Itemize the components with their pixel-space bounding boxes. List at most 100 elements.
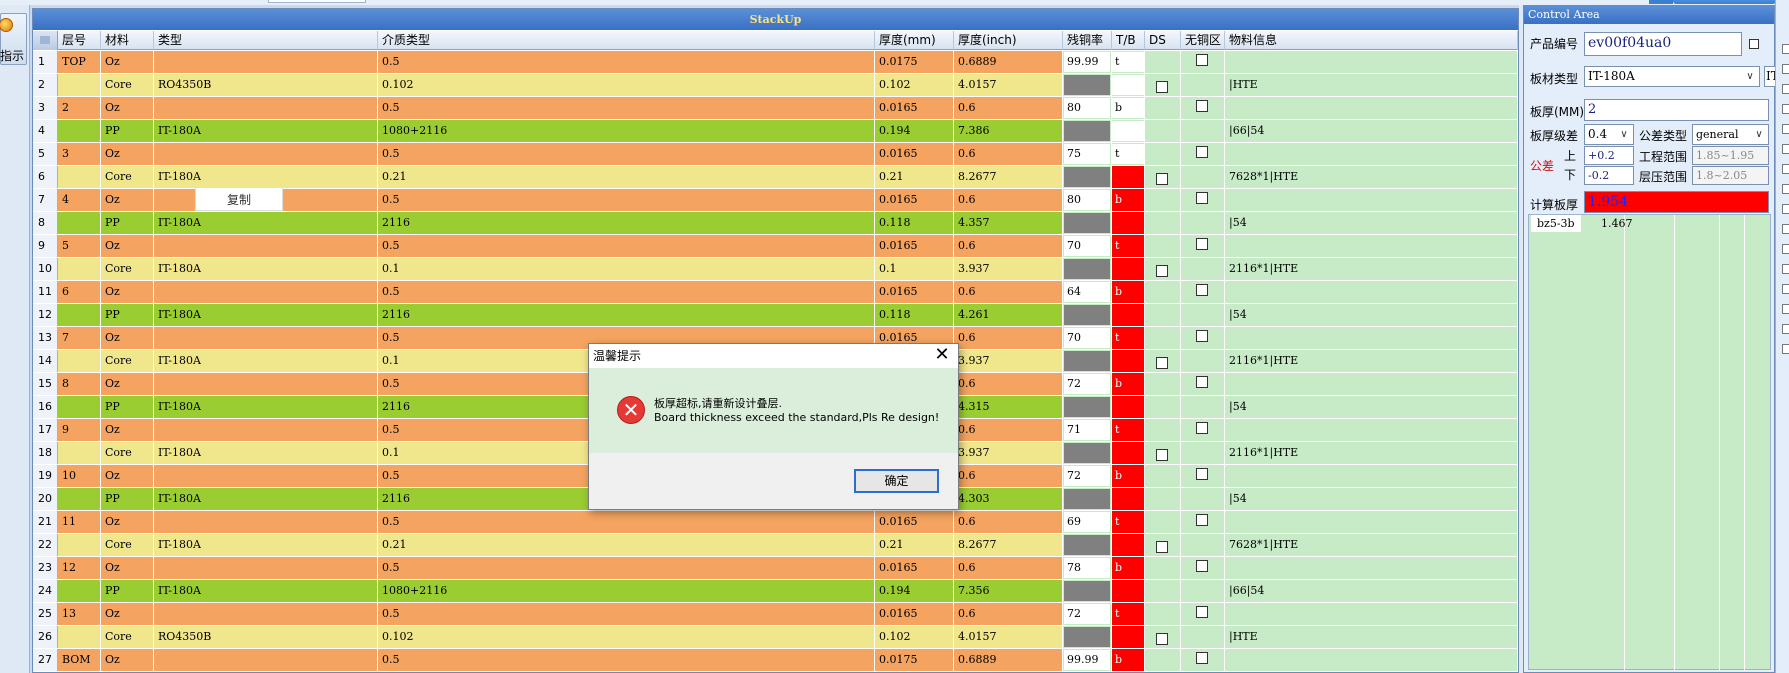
cell-material[interactable]: PP [101, 120, 154, 142]
cell-residual-copper[interactable] [1063, 120, 1112, 142]
cell-material-info[interactable] [1225, 465, 1518, 487]
cell-residual-copper[interactable] [1063, 74, 1112, 96]
cell-ds[interactable] [1145, 51, 1181, 73]
cell-no-copper[interactable] [1181, 143, 1225, 165]
cell-tb[interactable]: t [1112, 511, 1145, 533]
cell-material[interactable]: Core [101, 626, 154, 648]
cell-material[interactable]: Oz [101, 235, 154, 257]
cell-thickness-inch[interactable]: 3.937 [954, 258, 1063, 280]
cell-thickness-mm[interactable]: 0.0165 [875, 603, 954, 625]
cell-thickness-mm[interactable]: 0.0165 [875, 235, 954, 257]
row-number[interactable]: 13 [33, 327, 58, 349]
cell-residual-copper[interactable]: 72 [1063, 465, 1112, 487]
residual-copper-value[interactable]: 64 [1064, 282, 1110, 302]
cell-tb[interactable]: b [1112, 189, 1145, 211]
residual-copper-value[interactable]: 72 [1064, 466, 1110, 486]
cell-residual-copper[interactable]: 69 [1063, 511, 1112, 533]
cell-layer[interactable] [58, 258, 101, 280]
cell-thickness-mm[interactable]: 0.0165 [875, 281, 954, 303]
cell-tb[interactable] [1112, 166, 1145, 188]
cell-type[interactable]: IT-180A [154, 304, 378, 326]
cell-thickness-inch[interactable]: 4.261 [954, 304, 1063, 326]
tb-value[interactable]: t [1112, 419, 1144, 441]
row-number[interactable]: 1 [33, 51, 58, 73]
cell-no-copper[interactable] [1181, 488, 1225, 510]
ds-checkbox[interactable] [1156, 265, 1168, 277]
cell-material[interactable]: Oz [101, 603, 154, 625]
cell-material-info[interactable]: 7628*1|HTE [1225, 166, 1518, 188]
table-row[interactable]: 3 2 Oz 0.5 0.0165 0.6 80 b [33, 97, 1518, 120]
row-number[interactable]: 17 [33, 419, 58, 441]
tb-value[interactable] [1112, 534, 1144, 556]
cell-thickness-mm[interactable]: 0.0175 [875, 649, 954, 671]
cell-material[interactable]: Oz [101, 51, 154, 73]
table-row[interactable]: 24 PP IT-180A 1080+2116 0.194 7.356 |66|54 [33, 580, 1518, 603]
cell-residual-copper[interactable] [1063, 488, 1112, 510]
row-number[interactable]: 4 [33, 120, 58, 142]
cell-ds[interactable] [1145, 488, 1181, 510]
row-number[interactable]: 24 [33, 580, 58, 602]
cell-thickness-inch[interactable]: 8.2677 [954, 534, 1063, 556]
cell-layer[interactable]: TOP [58, 51, 101, 73]
cell-ds[interactable] [1145, 442, 1181, 464]
residual-copper-value[interactable]: 72 [1064, 604, 1110, 624]
cell-tb[interactable]: t [1112, 419, 1145, 441]
cell-material-info[interactable] [1225, 511, 1518, 533]
top-toolbar-button[interactable] [1673, 0, 1776, 4]
cell-tb[interactable] [1112, 120, 1145, 142]
cell-residual-copper[interactable] [1063, 350, 1112, 372]
cell-type[interactable] [154, 557, 378, 579]
cell-medium[interactable]: 0.5 [378, 603, 875, 625]
tb-value[interactable] [1112, 580, 1144, 602]
cell-residual-copper[interactable] [1063, 258, 1112, 280]
cell-material-info[interactable] [1225, 419, 1518, 441]
cell-material[interactable]: Core [101, 442, 154, 464]
cell-layer[interactable]: 12 [58, 557, 101, 579]
cell-layer[interactable]: 4 [58, 189, 101, 211]
cell-layer[interactable]: 7 [58, 327, 101, 349]
cell-thickness-inch[interactable]: 7.386 [954, 120, 1063, 142]
cell-material-info[interactable] [1225, 143, 1518, 165]
table-row[interactable]: 8 PP IT-180A 2116 0.118 4.357 |54 [33, 212, 1518, 235]
cell-medium[interactable]: 0.5 [378, 235, 875, 257]
cell-thickness-mm[interactable]: 0.1 [875, 258, 954, 280]
cell-tb[interactable] [1112, 488, 1145, 510]
tb-value[interactable]: b [1112, 373, 1144, 395]
cell-material-info[interactable]: 2116*1|HTE [1225, 258, 1518, 280]
cell-ds[interactable] [1145, 465, 1181, 487]
row-number[interactable]: 12 [33, 304, 58, 326]
cell-ds[interactable] [1145, 97, 1181, 119]
cell-tb[interactable] [1112, 442, 1145, 464]
ds-checkbox[interactable] [1156, 173, 1168, 185]
cell-ds[interactable] [1145, 396, 1181, 418]
thickness-field[interactable]: 2 [1584, 99, 1769, 121]
cell-material[interactable]: Oz [101, 373, 154, 395]
cell-no-copper[interactable] [1181, 626, 1225, 648]
cell-ds[interactable] [1145, 143, 1181, 165]
side-checkbox[interactable] [1782, 84, 1789, 94]
cell-ds[interactable] [1145, 534, 1181, 556]
cell-no-copper[interactable] [1181, 51, 1225, 73]
cell-layer[interactable]: 11 [58, 511, 101, 533]
cell-tb[interactable]: b [1112, 281, 1145, 303]
cell-residual-copper[interactable]: 71 [1063, 419, 1112, 441]
cell-tb[interactable]: b [1112, 465, 1145, 487]
cell-thickness-inch[interactable]: 4.0157 [954, 74, 1063, 96]
cell-type[interactable] [154, 51, 378, 73]
no-copper-checkbox[interactable] [1196, 146, 1208, 158]
cell-tb[interactable]: b [1112, 373, 1145, 395]
cell-medium[interactable]: 0.5 [378, 557, 875, 579]
cell-no-copper[interactable] [1181, 511, 1225, 533]
table-row[interactable]: 6 Core IT-180A 0.21 0.21 8.2677 7628*1|HTE [33, 166, 1518, 189]
cell-residual-copper[interactable]: 72 [1063, 603, 1112, 625]
col-thickness-inch[interactable]: 厚度(inch) [954, 31, 1063, 50]
cell-material[interactable]: Oz [101, 649, 154, 671]
cell-layer[interactable] [58, 304, 101, 326]
side-checkbox[interactable] [1782, 144, 1789, 154]
cell-thickness-mm[interactable]: 0.0165 [875, 143, 954, 165]
cell-thickness-inch[interactable]: 0.6 [954, 603, 1063, 625]
top-tab-stub[interactable] [268, 0, 366, 3]
cell-type[interactable] [154, 511, 378, 533]
cell-thickness-inch[interactable]: 4.357 [954, 212, 1063, 234]
tb-value[interactable]: t [1112, 235, 1144, 257]
